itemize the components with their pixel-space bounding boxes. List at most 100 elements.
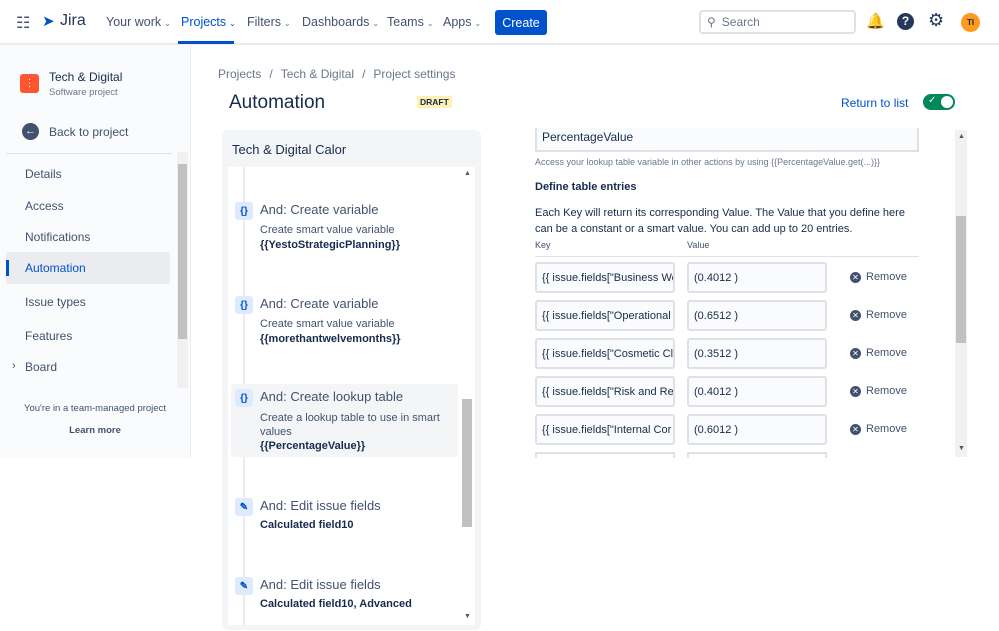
close-circle-icon: ✕ <box>850 385 861 397</box>
back-to-project-link[interactable]: ← Back to project <box>22 123 128 140</box>
step-title: And: Create variable <box>260 202 379 217</box>
chevron-right-icon[interactable]: › <box>12 360 16 372</box>
sidebar-scrollbar[interactable] <box>177 152 188 388</box>
create-button[interactable]: Create <box>495 10 547 35</box>
scrollbar-thumb[interactable] <box>178 164 187 339</box>
nav-teams[interactable]: Teams ⌄ <box>387 15 434 29</box>
key-input[interactable]: {{ issue.fields["Business Wo <box>535 262 675 293</box>
remove-entry-button[interactable]: ✕ Remove <box>850 385 907 397</box>
rule-enabled-toggle[interactable]: ✓ <box>923 94 955 110</box>
sidebar-item-details[interactable]: Details <box>25 167 62 181</box>
project-name: Tech & Digital <box>49 70 123 84</box>
step-title: And: Edit issue fields <box>260 577 381 592</box>
learn-more-link[interactable]: Learn more <box>0 425 190 436</box>
nav-dashboards[interactable]: Dashboards ⌄ <box>302 15 379 29</box>
scroll-down-icon[interactable]: ▼ <box>958 445 965 452</box>
step-create-lookup-table[interactable]: {} And: Create lookup table Create a loo… <box>231 384 458 457</box>
steps-scrollbar[interactable]: ▲ ▼ <box>461 167 473 625</box>
sidebar-item-access[interactable]: Access <box>25 199 64 213</box>
close-circle-icon: ✕ <box>850 423 861 435</box>
value-input[interactable]: (0.3512 ) <box>687 338 827 369</box>
nav-filters[interactable]: Filters ⌄ <box>247 15 291 29</box>
step-value: {{PercentageValue}} <box>260 440 366 452</box>
remove-label: Remove <box>866 347 907 359</box>
section-title: Define table entries <box>535 181 637 193</box>
remove-label: Remove <box>866 271 907 283</box>
value-input[interactable]: (0.6512 ) <box>687 300 827 331</box>
help-icon[interactable]: ? <box>897 13 914 30</box>
step-value: {{YestoStrategicPlanning}} <box>260 239 400 251</box>
scrollbar-thumb[interactable] <box>956 216 966 343</box>
page-title: Automation <box>229 92 326 113</box>
top-navigation: ☷ ➤ Jira Your work ⌄ Projects ⌄ Filters ⌄ D… <box>0 0 999 45</box>
key-column-header: Key <box>535 240 551 250</box>
scroll-up-icon[interactable]: ▲ <box>958 133 965 140</box>
nav-your-work[interactable]: Your work ⌄ <box>106 15 171 29</box>
pencil-icon: ✎ <box>235 498 253 516</box>
braces-icon: {} <box>235 296 253 314</box>
step-title: And: Create variable <box>260 296 379 311</box>
breadcrumb-settings[interactable]: Project settings <box>373 67 455 81</box>
scroll-up-icon[interactable]: ▲ <box>464 170 471 177</box>
rule-steps-list: {} And: Create variable Create smart val… <box>228 167 475 625</box>
key-input[interactable]: {{ issue.fields["Cosmetic Cl <box>535 338 675 369</box>
divider <box>535 256 919 257</box>
rule-name: Tech & Digital Calor <box>232 142 347 157</box>
value-input[interactable]: (0.6012 ) <box>687 414 827 445</box>
notifications-icon[interactable]: 🔔 <box>866 12 885 30</box>
value-column-header: Value <box>687 240 710 250</box>
variable-name-input[interactable]: PercentageValue <box>535 128 919 152</box>
nav-apps[interactable]: Apps ⌄ <box>443 15 481 29</box>
key-input[interactable]: {{ issue.fields["Operational <box>535 300 675 331</box>
remove-label: Remove <box>866 423 907 435</box>
value-input[interactable]: (0.4012 ) <box>687 376 827 407</box>
remove-entry-button[interactable]: ✕ Remove <box>850 271 907 283</box>
key-input-partial[interactable] <box>535 452 675 458</box>
close-circle-icon: ✕ <box>850 309 861 321</box>
back-arrow-icon: ← <box>22 123 39 140</box>
braces-icon: {} <box>235 202 253 220</box>
remove-entry-button[interactable]: ✕ Remove <box>850 309 907 321</box>
config-scrollbar[interactable]: ▲ ▼ <box>955 130 967 457</box>
pencil-icon: ✎ <box>235 577 253 595</box>
sidebar-item-label: Automation <box>25 261 86 275</box>
remove-entry-button[interactable]: ✕ Remove <box>850 423 907 435</box>
jira-logo-icon[interactable]: ➤ <box>42 12 55 30</box>
step-desc: Create a lookup table to use in smart va… <box>260 412 440 438</box>
jira-logo[interactable]: Jira <box>60 12 86 30</box>
search-placeholder: Search <box>721 15 760 29</box>
sidebar-item-features[interactable]: Features <box>25 329 72 343</box>
key-input[interactable]: {{ issue.fields["Internal Cor <box>535 414 675 445</box>
app-switcher-icon[interactable]: ☷ <box>16 13 30 33</box>
project-type: Software project <box>49 87 118 98</box>
status-badge: DRAFT <box>417 96 452 108</box>
remove-entry-button[interactable]: ✕ Remove <box>850 347 907 359</box>
scrollbar-thumb[interactable] <box>462 399 472 527</box>
breadcrumb-project[interactable]: Tech & Digital <box>281 67 354 81</box>
return-to-list-link[interactable]: Return to list <box>841 96 908 110</box>
search-input[interactable]: ⚲ Search <box>699 10 856 34</box>
step-value: {{morethantwelvemonths}} <box>260 333 401 345</box>
divider <box>6 153 172 154</box>
breadcrumb: Projects / Tech & Digital / Project settin… <box>218 67 456 81</box>
sidebar-item-automation[interactable]: Automation <box>6 252 170 284</box>
settings-gear-icon[interactable]: ⚙ <box>928 10 944 31</box>
step-title: And: Create lookup table <box>260 389 404 404</box>
sidebar-item-board[interactable]: Board <box>25 360 57 374</box>
search-icon: ⚲ <box>707 15 716 29</box>
step-desc: Create smart value variable <box>260 318 395 330</box>
breadcrumb-projects[interactable]: Projects <box>218 67 261 81</box>
step-desc: Create smart value variable <box>260 224 395 236</box>
sidebar-item-issue-types[interactable]: Issue types <box>25 295 86 309</box>
nav-projects[interactable]: Projects ⌄ <box>181 15 236 29</box>
remove-label: Remove <box>866 385 907 397</box>
step-value: Calculated field10, Advanced <box>260 598 412 610</box>
avatar[interactable]: TI <box>961 13 980 32</box>
scroll-down-icon[interactable]: ▼ <box>464 613 471 620</box>
key-input[interactable]: {{ issue.fields["Risk and Re <box>535 376 675 407</box>
project-sidebar: ⋮ Tech & Digital Software project ← Back… <box>0 45 191 458</box>
sidebar-item-notifications[interactable]: Notifications <box>25 230 90 244</box>
value-input-partial[interactable] <box>687 452 827 458</box>
active-indicator <box>6 260 9 276</box>
value-input[interactable]: (0.4012 ) <box>687 262 827 293</box>
